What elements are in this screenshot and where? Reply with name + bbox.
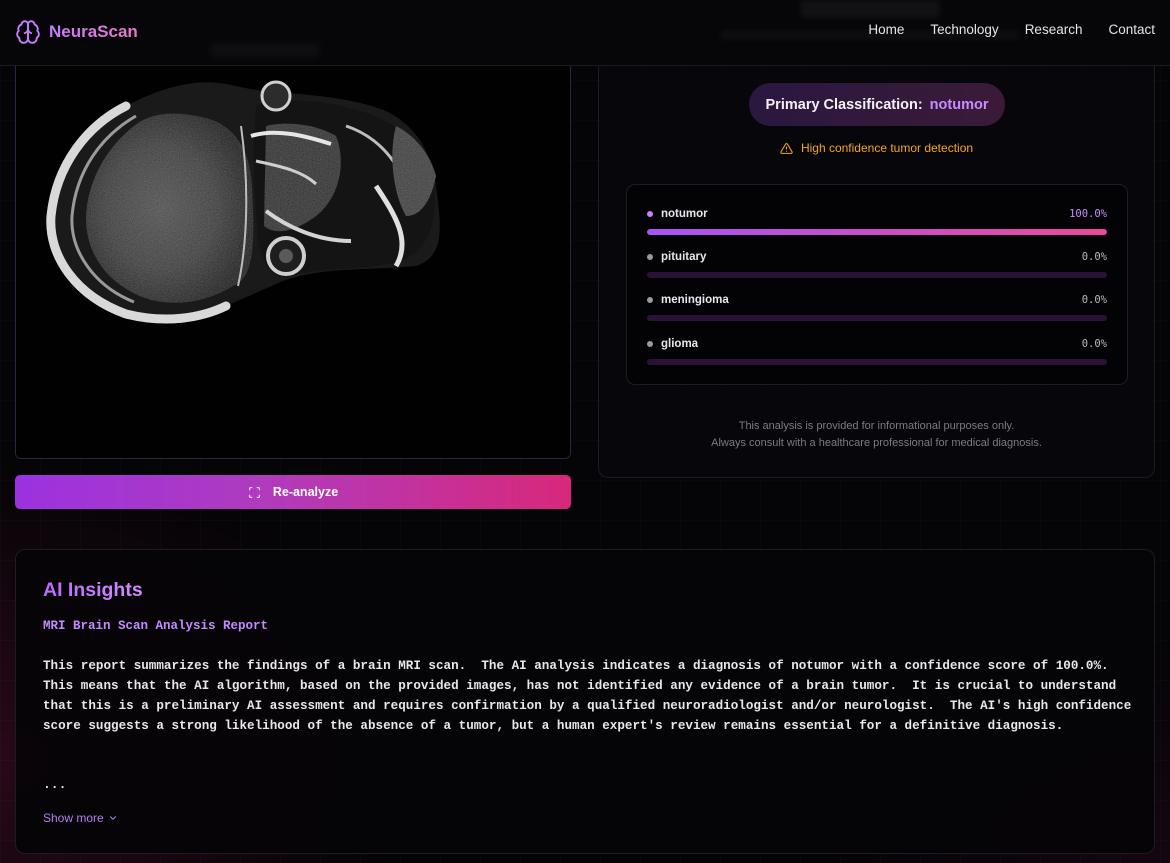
ai-insights-card: AI Insights MRI Brain Scan Analysis Repo…: [15, 549, 1155, 854]
show-more-button[interactable]: Show more: [43, 811, 118, 825]
probability-row: meningioma 0.0%: [647, 292, 1107, 321]
probability-bar-track: [647, 315, 1107, 321]
class-name: meningioma: [661, 294, 729, 306]
class-name: glioma: [661, 338, 699, 350]
status-dot: [647, 297, 653, 303]
nav-link-home[interactable]: Home: [868, 22, 904, 37]
brand-name: NeuraScan: [49, 22, 138, 41]
show-more-label: Show more: [43, 811, 104, 825]
analysis-result-panel: Primary Classification: notumor High con…: [598, 66, 1155, 478]
class-probability: 0.0%: [1081, 251, 1107, 263]
status-dot: [647, 254, 653, 260]
probability-bar-track: [647, 359, 1107, 365]
status-dot: [647, 211, 653, 217]
report-title: MRI Brain Scan Analysis Report: [43, 619, 269, 633]
report-ellipsis: ...: [43, 777, 67, 792]
probability-row: glioma 0.0%: [647, 336, 1107, 365]
class-name: pituitary: [661, 251, 707, 263]
medical-disclaimer: This analysis is provided for informatio…: [599, 418, 1154, 452]
chevron-down-icon: [109, 816, 116, 820]
brand-logo[interactable]: NeuraScan: [15, 18, 138, 46]
classification-label: Primary Classification:: [765, 96, 923, 113]
class-name: notumor: [661, 208, 708, 220]
brain-icon: [16, 20, 40, 44]
probability-bar-track: [647, 272, 1107, 278]
status-dot: [647, 341, 653, 347]
probability-bar-track: [647, 229, 1107, 235]
nav-links: Home Technology Research Contact: [868, 22, 1155, 37]
nav-link-technology[interactable]: Technology: [930, 22, 998, 37]
reanalyze-button[interactable]: Re-analyze: [15, 475, 571, 509]
nav-link-contact[interactable]: Contact: [1108, 22, 1155, 37]
classification-value: notumor: [929, 96, 989, 113]
mri-image-panel: [15, 66, 571, 459]
warning-icon: [780, 142, 793, 154]
top-navbar: NeuraScan Home Technology Research Conta…: [0, 0, 1170, 66]
insights-heading: AI Insights: [43, 579, 143, 601]
probability-row: pituitary 0.0%: [647, 249, 1107, 278]
disclaimer-line-2: Always consult with a healthcare profess…: [711, 437, 1042, 449]
nav-link-research[interactable]: Research: [1025, 22, 1083, 37]
warning-text: High confidence tumor detection: [800, 141, 974, 155]
class-probability: 100.0%: [1069, 208, 1107, 220]
mri-scan-image: [16, 66, 570, 458]
confidence-warning: High confidence tumor detection: [599, 141, 1154, 155]
scan-icon: [248, 486, 260, 498]
disclaimer-line-1: This analysis is provided for informatio…: [738, 420, 1015, 432]
report-body: This report summarizes the findings of a…: [43, 659, 1139, 733]
probability-row: notumor 100.0%: [647, 206, 1107, 235]
primary-classification-pill: Primary Classification: notumor: [749, 83, 1005, 126]
class-probability: 0.0%: [1081, 338, 1107, 350]
reanalyze-label: Re-analyze: [272, 485, 339, 499]
probability-bar-fill: [647, 229, 1107, 235]
ghost-panel-heading: [210, 42, 320, 58]
ghost-heading: [800, 0, 940, 18]
probability-list: notumor 100.0% pituitary 0.0% meningioma…: [626, 184, 1128, 385]
class-probability: 0.0%: [1081, 294, 1107, 306]
